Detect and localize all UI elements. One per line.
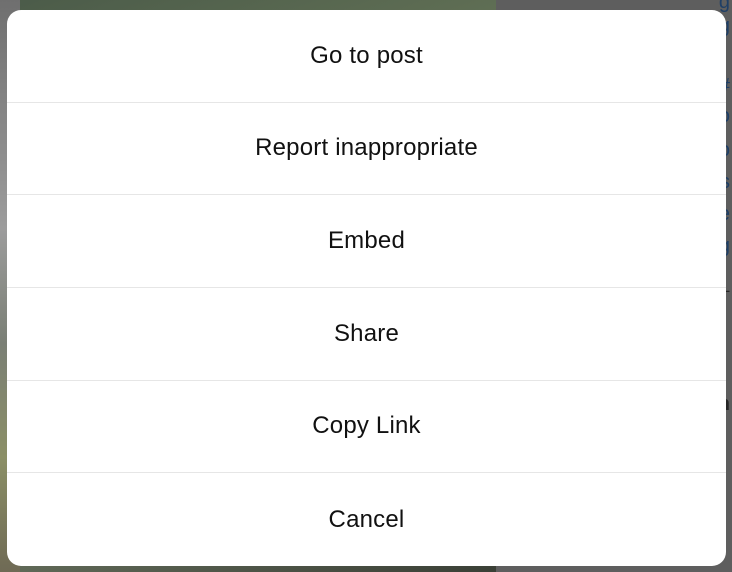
- cancel-button[interactable]: Cancel: [7, 473, 726, 566]
- embed-button[interactable]: Embed: [7, 195, 726, 288]
- share-button[interactable]: Share: [7, 288, 726, 381]
- background-text-fragment: g: [718, 0, 730, 13]
- report-inappropriate-button[interactable]: Report inappropriate: [7, 103, 726, 196]
- copy-link-button[interactable]: Copy Link: [7, 381, 726, 474]
- go-to-post-button[interactable]: Go to post: [7, 10, 726, 103]
- post-options-menu: Go to post Report inappropriate Embed Sh…: [7, 10, 726, 566]
